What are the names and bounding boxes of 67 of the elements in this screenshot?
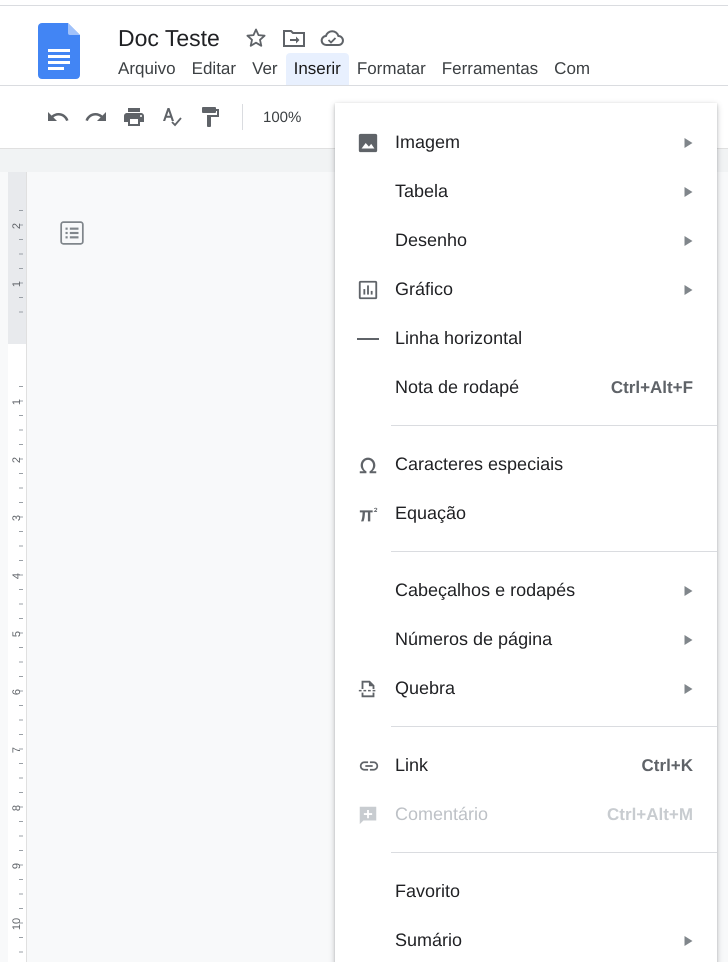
menu-item-label: Imagem	[395, 132, 462, 153]
ruler-number: 3	[11, 514, 23, 522]
menu-item[interactable]: Linha horizontal	[335, 314, 717, 363]
ruler-number: 7	[11, 746, 23, 754]
menu-item[interactable]: Nota de rodapé Ctrl+Alt+F	[335, 363, 717, 412]
menu-item-label: Gráfico	[395, 279, 454, 300]
menu-item[interactable]: Imagem	[335, 118, 717, 167]
menu-item-label: Caracteres especiais	[395, 454, 564, 475]
ruler-number: 9	[11, 862, 23, 870]
document-title[interactable]: Doc Teste	[118, 24, 220, 52]
docs-logo-icon[interactable]	[38, 23, 80, 79]
document-outline-icon	[59, 220, 85, 246]
menu-item[interactable]: Caracteres especiais	[335, 440, 717, 489]
menu-item-label: Sumário	[395, 930, 464, 951]
menu-item-label: Link	[395, 755, 430, 776]
ruler-number: 5	[11, 630, 23, 638]
menu-item[interactable]: Números de página	[335, 615, 717, 664]
ruler-number: 8	[11, 804, 23, 812]
spellcheck-icon	[160, 105, 184, 129]
menu-item-label: Quebra	[395, 678, 456, 699]
submenu-arrow-icon	[684, 684, 693, 694]
menu-item[interactable]: Sumário	[335, 916, 717, 962]
menu-item-label: Números de página	[395, 629, 554, 650]
menu-item[interactable]: Quebra	[335, 664, 717, 713]
keyboard-shortcut: Ctrl+K	[642, 756, 693, 776]
menu-item-label: Nota de rodapé	[395, 377, 520, 398]
menu-bar-item[interactable]: Com	[546, 53, 598, 85]
ruler-number: 2	[11, 456, 23, 464]
menu-bar-item[interactable]: Inserir	[286, 53, 349, 85]
ruler-number: 2	[11, 222, 23, 230]
menu-bar-item[interactable]: Formatar	[348, 53, 434, 85]
menu-item[interactable]: Gráfico	[335, 265, 717, 314]
menu-bar-item[interactable]: Editar	[184, 53, 244, 85]
menu-item[interactable]: Cabeçalhos e rodapés	[335, 566, 717, 615]
submenu-arrow-icon	[684, 586, 693, 596]
submenu-arrow-icon	[684, 186, 693, 196]
menu-item-label: Comentário	[395, 804, 490, 825]
ruler-number: 10	[11, 918, 23, 930]
menu-item[interactable]: Equação	[335, 489, 717, 538]
ruler-number: 4	[11, 572, 23, 580]
menu-item[interactable]: Favorito	[335, 867, 717, 916]
image-icon	[357, 132, 379, 154]
zoom-level[interactable]: 100%	[263, 108, 302, 126]
submenu-arrow-icon	[684, 284, 693, 294]
menu-item-label: Equação	[395, 503, 468, 524]
menu-item-label: Cabeçalhos e rodapés	[395, 580, 576, 601]
menu-bar-item[interactable]: Ver	[244, 53, 286, 85]
ruler-number: 6	[11, 688, 23, 696]
menu-item-label: Favorito	[395, 881, 462, 902]
ruler-number: 1	[11, 398, 23, 406]
horizontal-line-icon	[357, 338, 379, 340]
menu-bar-item[interactable]: Ferramentas	[434, 53, 546, 85]
menu-item[interactable]: Link Ctrl+K	[335, 741, 717, 790]
submenu-arrow-icon	[684, 936, 693, 946]
submenu-arrow-icon	[684, 138, 693, 148]
menu-item-label: Desenho	[395, 230, 468, 251]
submenu-arrow-icon	[684, 236, 693, 246]
menu-bar-item[interactable]: Arquivo	[110, 53, 184, 85]
print-icon	[122, 105, 146, 129]
menu-item-label: Linha horizontal	[395, 328, 524, 349]
ruler-number: 1	[11, 280, 23, 288]
submenu-arrow-icon	[684, 634, 693, 644]
chart-icon	[357, 278, 379, 300]
menu-item[interactable]: Desenho	[335, 216, 717, 265]
keyboard-shortcut: Ctrl+Alt+F	[610, 378, 693, 398]
menu-item[interactable]: Tabela	[335, 167, 717, 216]
menu-item-label: Tabela	[395, 181, 450, 202]
